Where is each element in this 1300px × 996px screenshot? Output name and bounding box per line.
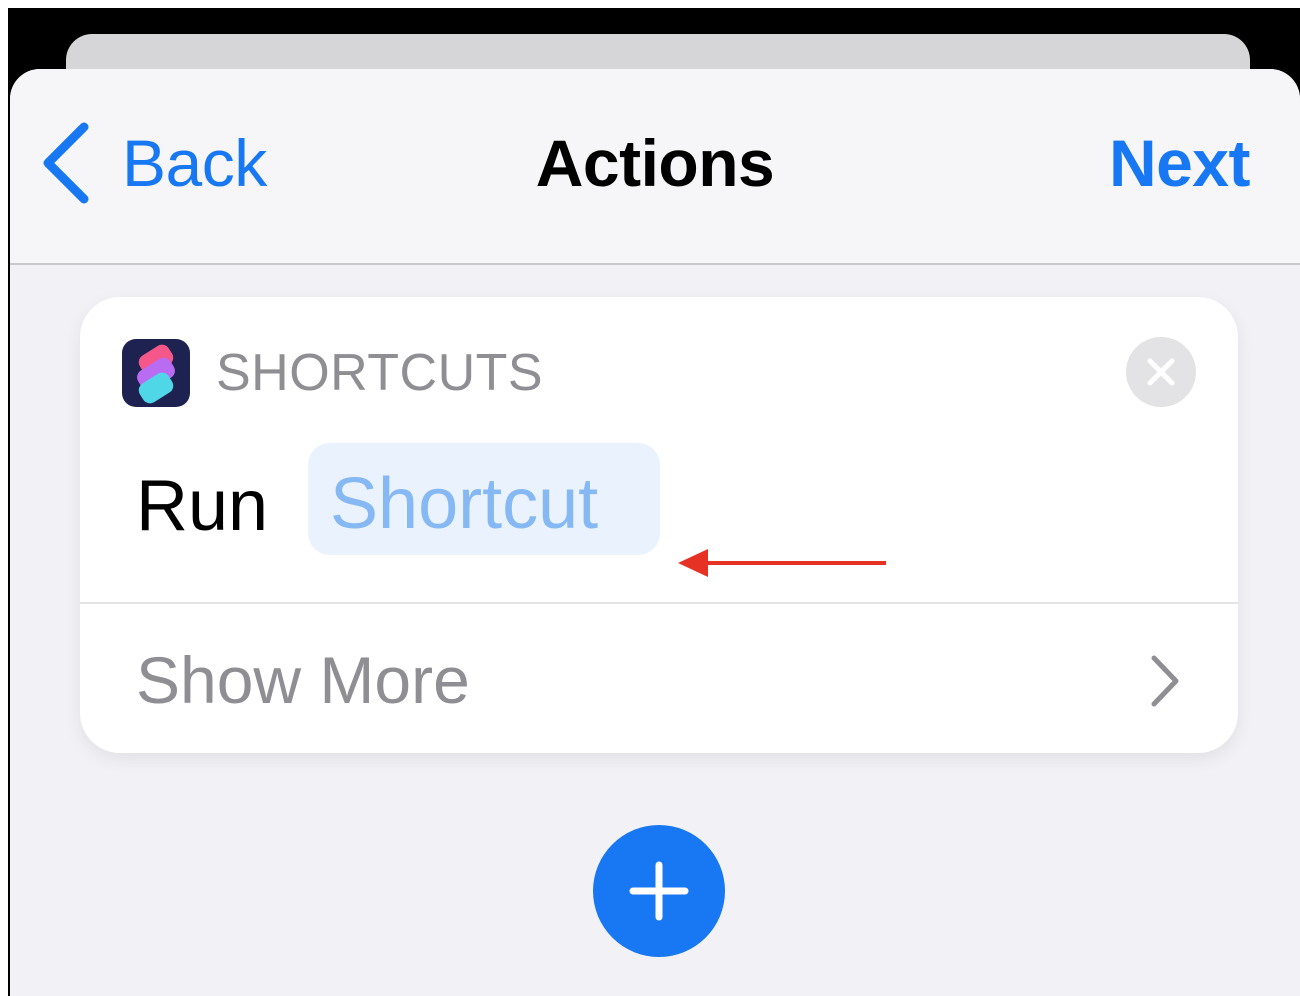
actions-sheet: Back Actions Next SHORTCUTS Run Shortcut… — [10, 69, 1300, 996]
action-verb: Run — [136, 466, 269, 546]
close-icon — [1147, 358, 1175, 386]
add-action-button[interactable] — [593, 825, 725, 957]
chevron-right-icon — [1151, 655, 1179, 707]
next-button[interactable]: Next — [1109, 125, 1251, 201]
navigation-bar: Back Actions Next — [10, 69, 1300, 265]
remove-action-button[interactable] — [1126, 337, 1196, 407]
screenshot-frame: Back Actions Next SHORTCUTS Run Shortcut… — [0, 0, 1300, 996]
shortcut-parameter-label: Shortcut — [330, 464, 599, 544]
app-category-label: SHORTCUTS — [216, 344, 544, 402]
shortcut-parameter-token[interactable]: Shortcut — [308, 443, 660, 555]
show-more-label: Show More — [136, 643, 470, 717]
plus-icon — [629, 861, 689, 921]
arrow-left-icon — [678, 549, 886, 577]
page-title: Actions — [535, 126, 775, 200]
shortcuts-app-icon — [122, 339, 190, 407]
show-more-row[interactable]: Show More — [80, 604, 1238, 753]
action-card: SHORTCUTS Run Shortcut Show More — [80, 297, 1238, 753]
